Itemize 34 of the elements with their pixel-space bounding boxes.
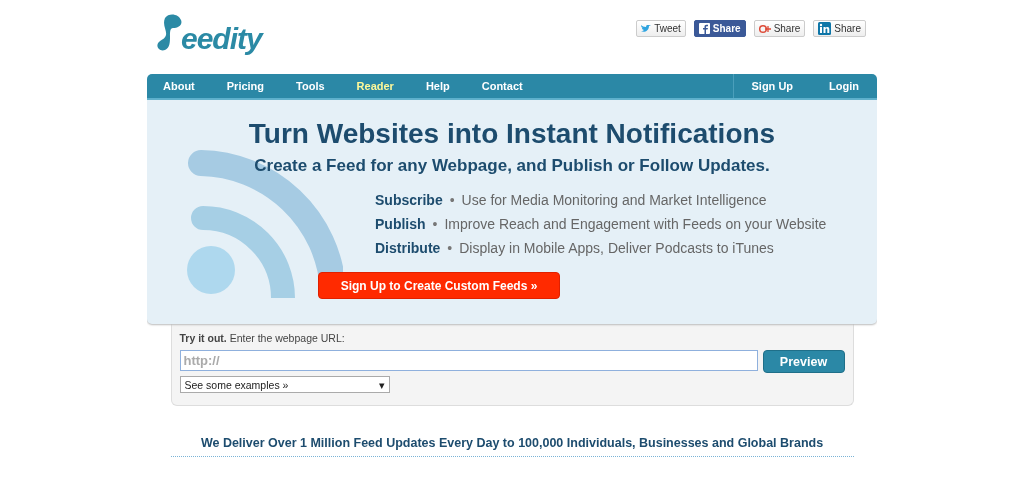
feature-name: Publish [375, 216, 426, 232]
share-button[interactable]: Share [693, 20, 746, 37]
try-it-label: Try it out. Enter the webpage URL: [179, 332, 346, 344]
tagline: We Deliver Over 1 Million Feed Updates Every Day to 100,000 Individuals, Businesses and Global Brands [170, 436, 854, 457]
nav-link[interactable]: Sign Up [733, 74, 812, 98]
bullet-separator: • [447, 240, 453, 256]
facebook-icon [698, 23, 710, 34]
bird-icon [641, 24, 652, 33]
feature-description: Use for Media Monitoring and Market Intelligence [461, 192, 767, 208]
linkedin-icon [818, 22, 832, 35]
share-button[interactable]: Share [813, 20, 866, 37]
preview-button[interactable]: Preview [762, 350, 845, 373]
feature-description: Display in Mobile Apps, Deliver Podcasts to iTunes [459, 240, 774, 256]
feature-description: Improve Reach and Engagement with Feeds on your Website [444, 216, 827, 232]
logo-text: eedity [181, 24, 262, 54]
nav-link[interactable]: Pricing [210, 74, 281, 98]
nav-link[interactable]: Contact [465, 74, 539, 98]
hero-subtitle: Create a Feed for any Webpage, and Publish or Follow Updates. [254, 156, 770, 176]
feature-name: Distribute [375, 240, 441, 256]
hero-title: Turn Websites into Instant Notifications [248, 118, 776, 150]
google-plus-icon [758, 23, 771, 34]
bullet-separator: • [432, 216, 438, 232]
examples-dropdown[interactable]: See some examples » ▾ [179, 376, 390, 393]
nav-link[interactable]: Reader [340, 74, 410, 98]
nav-link[interactable]: Login [811, 74, 877, 98]
nav-link[interactable]: Tools [280, 74, 341, 98]
bullet-separator: • [449, 192, 455, 208]
feature-name: Subscribe [375, 192, 443, 208]
nav-link[interactable]: Help [409, 74, 466, 98]
signup-cta-button[interactable]: Sign Up to Create Custom Feeds » [318, 272, 560, 299]
url-input-field[interactable]: http:// [179, 350, 758, 371]
nav-link[interactable]: About [147, 74, 211, 98]
share-button[interactable]: Share [753, 20, 806, 37]
share-button[interactable]: Tweet [636, 20, 686, 37]
